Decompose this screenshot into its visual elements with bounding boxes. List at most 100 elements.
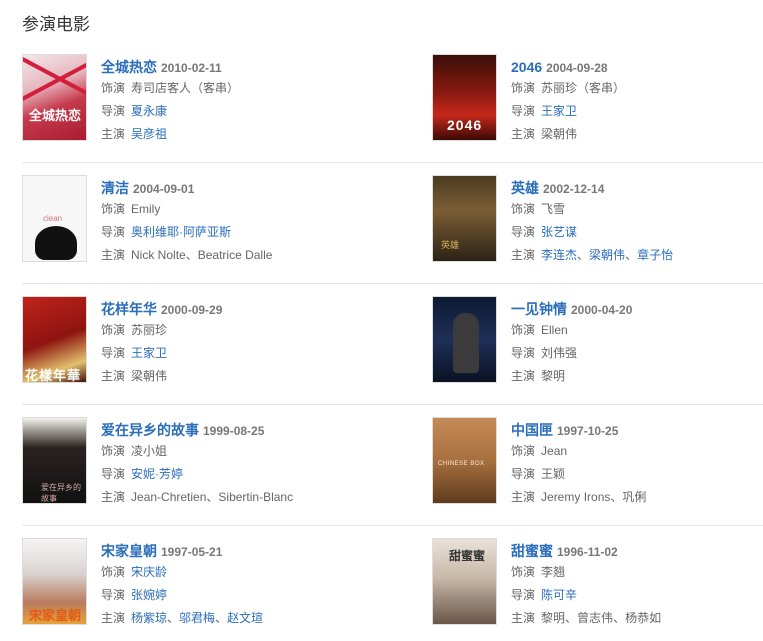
release-date: 1997-10-25 bbox=[557, 424, 619, 438]
release-date: 2002-12-14 bbox=[543, 182, 605, 196]
poster-text: 宋家皇朝 bbox=[29, 608, 82, 623]
film-poster[interactable]: 宋家皇朝 bbox=[22, 538, 87, 625]
role-name: Emily bbox=[131, 202, 161, 216]
role-line: 饰演 寿司店客人（客串） bbox=[101, 77, 239, 100]
cast-name: Jeremy Irons bbox=[541, 490, 611, 504]
film-title-link[interactable]: 花样年华 bbox=[101, 301, 157, 317]
film-title-link[interactable]: 清洁 bbox=[101, 180, 129, 196]
cast-name[interactable]: 吴彦祖 bbox=[131, 127, 167, 141]
separator: 、 bbox=[206, 490, 219, 504]
film-item: 2046 2046 2004-09-28 饰演 苏丽珍（客串） 导演 王家卫 主演 梁朝伟 bbox=[432, 54, 763, 162]
film-poster[interactable]: 全城热恋 bbox=[22, 54, 87, 141]
film-poster[interactable]: CHINESE BOX bbox=[432, 417, 497, 504]
poster-text: clean bbox=[43, 214, 63, 223]
cast-name[interactable]: 杨紫琼 bbox=[131, 611, 167, 625]
role-name[interactable]: 宋庆龄 bbox=[131, 565, 167, 579]
cast: 主演 Jeremy Irons、巩俐 bbox=[511, 486, 646, 509]
poster-text: CHINESE BOX bbox=[438, 461, 485, 467]
role-label: 饰演 bbox=[511, 81, 536, 95]
cast-label: 主演 bbox=[511, 127, 536, 141]
director-name: 刘伟强 bbox=[541, 346, 578, 360]
cast-label: 主演 bbox=[511, 248, 536, 262]
release-date: 2004-09-01 bbox=[133, 182, 195, 196]
separator: 、 bbox=[613, 611, 626, 625]
director: 导演 王家卫 bbox=[101, 342, 222, 365]
cast-name: Nick Nolte bbox=[131, 248, 186, 262]
film-info: 花样年华 2000-09-29 饰演 苏丽珍 导演 王家卫 主演 梁朝伟 bbox=[101, 296, 222, 404]
separator: 、 bbox=[185, 248, 198, 262]
director-label: 导演 bbox=[511, 467, 536, 481]
role-line: 饰演 Emily bbox=[101, 198, 272, 221]
director-label: 导演 bbox=[101, 104, 126, 118]
release-date: 1997-05-21 bbox=[161, 545, 223, 559]
film-title-link[interactable]: 甜蜜蜜 bbox=[511, 543, 553, 559]
director-name[interactable]: 夏永康 bbox=[131, 104, 167, 118]
poster-figure bbox=[35, 226, 77, 260]
film-poster[interactable]: 花樣年華 bbox=[22, 296, 87, 383]
film-title-link[interactable]: 一见钟情 bbox=[511, 301, 567, 317]
cast-name[interactable]: 赵文瑄 bbox=[227, 611, 263, 625]
film-item: 英雄 英雄 2002-12-14 饰演 飞雪 导演 张艺谋 主演 李连杰、梁朝伟、章子怡 bbox=[432, 175, 763, 283]
cast-name[interactable]: 李连杰 bbox=[541, 248, 577, 262]
cast-name: Sibertin-Blanc bbox=[218, 490, 294, 504]
cast-name: 曾志伟 bbox=[577, 611, 614, 625]
cast-label: 主演 bbox=[101, 248, 126, 262]
director-label: 导演 bbox=[511, 104, 536, 118]
director-name[interactable]: 陈可辛 bbox=[541, 588, 577, 602]
film-info: 宋家皇朝 1997-05-21 饰演 宋庆龄 导演 张婉婷 主演 杨紫琼、邬君梅、赵文瑄 bbox=[101, 538, 263, 641]
film-title-link[interactable]: 宋家皇朝 bbox=[101, 543, 157, 559]
director-label: 导演 bbox=[511, 588, 536, 602]
release-date: 1999-08-25 bbox=[203, 424, 265, 438]
director: 导演 张艺谋 bbox=[511, 221, 673, 244]
director-name[interactable]: 张艺谋 bbox=[541, 225, 577, 239]
film-title-link[interactable]: 2046 bbox=[511, 59, 542, 75]
film-title-line: 一见钟情 2000-04-20 bbox=[511, 299, 632, 319]
film-row: 宋家皇朝 宋家皇朝 1997-05-21 饰演 宋庆龄 导演 张婉婷 主演 杨紫琼、邬君梅、赵文… bbox=[22, 526, 763, 641]
film-poster[interactable]: 英雄 bbox=[432, 175, 497, 262]
director-name[interactable]: 王家卫 bbox=[541, 104, 577, 118]
director-label: 导演 bbox=[101, 467, 126, 481]
role-line: 饰演 苏丽珍（客串） bbox=[511, 77, 625, 100]
film-poster[interactable]: 甜蜜蜜 bbox=[432, 538, 497, 625]
cast-name[interactable]: 邬君梅 bbox=[179, 611, 215, 625]
role-line: 饰演 宋庆龄 bbox=[101, 561, 263, 584]
cast-label: 主演 bbox=[511, 490, 536, 504]
cast-name: 黎明 bbox=[541, 611, 566, 625]
director-name[interactable]: 张婉婷 bbox=[131, 588, 167, 602]
director: 导演 夏永康 bbox=[101, 100, 239, 123]
cast: 主演 杨紫琼、邬君梅、赵文瑄 bbox=[101, 607, 263, 630]
film-poster[interactable]: 爱在异乡的故事 bbox=[22, 417, 87, 504]
cast: 主演 Nick Nolte、Beatrice Dalle bbox=[101, 244, 272, 267]
film-title-link[interactable]: 中国匣 bbox=[511, 422, 553, 438]
film-title-line: 全城热恋 2010-02-11 bbox=[101, 57, 239, 77]
role-name: Ellen bbox=[541, 323, 568, 337]
film-title-link[interactable]: 全城热恋 bbox=[101, 59, 157, 75]
film-item: clean 清洁 2004-09-01 饰演 Emily 导演 奥利维耶·阿萨亚斯 主演 Nic… bbox=[22, 175, 432, 283]
director-label: 导演 bbox=[101, 346, 126, 360]
role-label: 饰演 bbox=[101, 81, 126, 95]
director: 导演 安妮·芳婷 bbox=[101, 463, 293, 486]
separator: 、 bbox=[215, 611, 228, 625]
role-name: 李翘 bbox=[541, 565, 566, 579]
film-row: 全城热恋 全城热恋 2010-02-11 饰演 寿司店客人（客串） 导演 夏永康 主演 吴彦祖 2… bbox=[22, 54, 763, 163]
film-title-line: 英雄 2002-12-14 bbox=[511, 178, 673, 198]
director-name[interactable]: 奥利维耶·阿萨亚斯 bbox=[131, 225, 231, 239]
film-poster[interactable]: 2046 bbox=[432, 54, 497, 141]
director-name[interactable]: 安妮·芳婷 bbox=[131, 467, 183, 481]
director-name[interactable]: 王家卫 bbox=[131, 346, 167, 360]
film-title-link[interactable]: 英雄 bbox=[511, 180, 539, 196]
role-label: 饰演 bbox=[511, 323, 536, 337]
cast-name[interactable]: 章子怡 bbox=[637, 248, 673, 262]
cast-name[interactable]: 梁朝伟 bbox=[589, 248, 625, 262]
film-title-link[interactable]: 爱在异乡的故事 bbox=[101, 422, 199, 438]
film-item: 宋家皇朝 宋家皇朝 1997-05-21 饰演 宋庆龄 导演 张婉婷 主演 杨紫琼、邬君梅、赵文… bbox=[22, 538, 432, 641]
poster-text: 全城热恋 bbox=[29, 108, 82, 123]
film-row: clean 清洁 2004-09-01 饰演 Emily 导演 奥利维耶·阿萨亚斯 主演 Nic… bbox=[22, 163, 763, 284]
film-row: 花樣年華 花样年华 2000-09-29 饰演 苏丽珍 导演 王家卫 主演 梁朝伟 一见钟情 200… bbox=[22, 284, 763, 405]
poster-text: 甜蜜蜜 bbox=[449, 549, 486, 563]
director-name: 王颖 bbox=[541, 467, 566, 481]
film-info: 英雄 2002-12-14 饰演 飞雪 导演 张艺谋 主演 李连杰、梁朝伟、章子怡 bbox=[511, 175, 673, 283]
film-poster[interactable]: clean bbox=[22, 175, 87, 262]
cast-label: 主演 bbox=[101, 369, 126, 383]
film-poster[interactable] bbox=[432, 296, 497, 383]
